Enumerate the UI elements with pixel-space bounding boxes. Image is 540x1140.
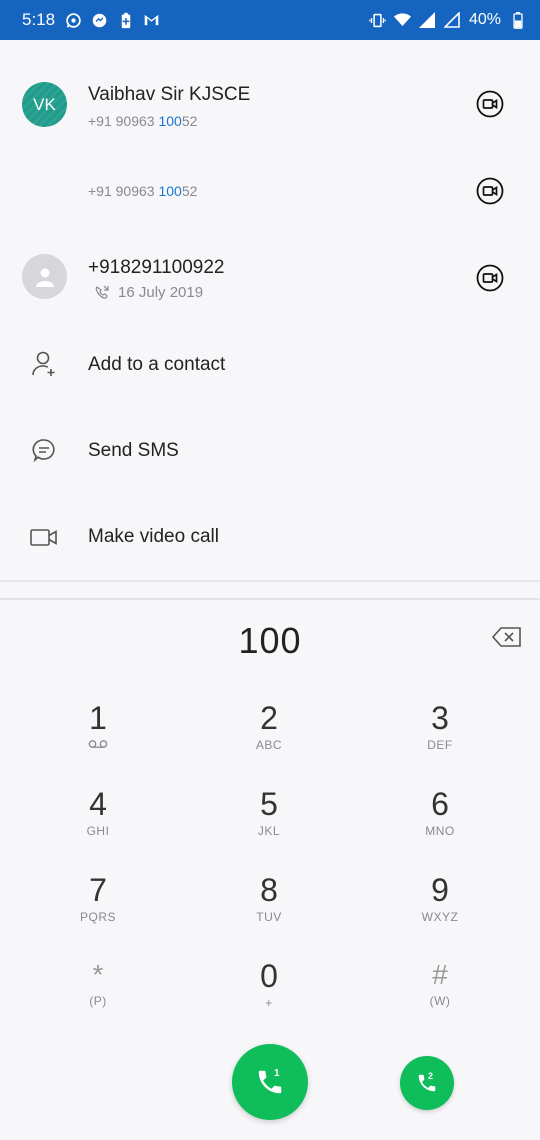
messenger-icon — [91, 12, 108, 29]
avatar: VK — [22, 82, 67, 127]
key-3[interactable]: 3 DEF — [380, 700, 500, 776]
contact-name: Vaibhav Sir KJSCE — [88, 84, 251, 105]
video-camera-icon — [476, 264, 504, 292]
person-icon — [35, 268, 54, 287]
whatsapp-icon — [65, 12, 82, 29]
key-8[interactable]: 8 TUV — [209, 872, 329, 948]
sim2-label: 2 — [428, 1071, 434, 1081]
gmail-icon — [143, 12, 160, 29]
dialed-number-field[interactable]: 100 — [0, 620, 540, 662]
avatar — [22, 254, 67, 299]
video-camera-icon — [476, 90, 504, 118]
status-time: 5:18 — [22, 10, 56, 29]
battery-percent: 40% — [468, 11, 501, 28]
key-2[interactable]: 2 ABC — [209, 700, 329, 776]
send-sms-label: Send SMS — [88, 440, 179, 461]
add-contact-icon — [30, 350, 58, 378]
video-call-button[interactable] — [476, 90, 504, 118]
voicemail-icon — [38, 738, 158, 752]
signal-outline-icon — [444, 12, 461, 29]
sim1-label: 1 — [274, 1068, 280, 1079]
battery-icon — [509, 11, 526, 29]
backspace-button[interactable] — [491, 626, 522, 648]
key-5[interactable]: 5 JKL — [209, 786, 329, 862]
wifi-icon — [393, 12, 411, 29]
contact-number: +91 90963 10052 — [88, 113, 198, 129]
key-star[interactable]: * (P) — [38, 958, 158, 1034]
phone-icon — [258, 1070, 282, 1094]
contact-name: +918291100922 — [88, 257, 225, 278]
signal-icon — [419, 12, 436, 29]
video-call-button[interactable] — [476, 264, 504, 292]
result-row-recent-call[interactable]: +918291100922 16 July 2019 — [0, 240, 540, 320]
call-date: 16 July 2019 — [118, 284, 204, 301]
send-sms-action[interactable]: Send SMS — [0, 408, 540, 492]
video-call-icon — [30, 523, 58, 551]
sms-icon — [30, 437, 58, 465]
dialpad-panel: 100 1 2 ABC 3 DEF 4 GHI 5 JKL 6 MNO 7 PQ… — [0, 598, 540, 1140]
result-row-number[interactable]: +91 90963 10052 — [0, 170, 540, 240]
add-to-contact-action[interactable]: Add to a contact — [0, 322, 540, 406]
result-row-vaibhav[interactable]: VK Vaibhav Sir KJSCE +91 90963 10052 — [0, 40, 540, 170]
status-bar: 5:18 40% — [0, 0, 540, 40]
vibrate-icon — [369, 12, 386, 29]
add-to-contact-label: Add to a contact — [88, 354, 226, 375]
battery-saver-icon — [117, 12, 134, 29]
phone-icon — [418, 1074, 436, 1092]
video-camera-icon — [476, 177, 504, 205]
call-sim1-button[interactable]: 1 — [232, 1044, 308, 1120]
key-7[interactable]: 7 PQRS — [38, 872, 158, 948]
search-results-list: VK Vaibhav Sir KJSCE +91 90963 10052 +91… — [0, 40, 540, 580]
missed-call-icon — [95, 285, 109, 299]
make-video-call-label: Make video call — [88, 526, 219, 547]
key-1[interactable]: 1 — [38, 700, 158, 776]
key-9[interactable]: 9 WXYZ — [380, 872, 500, 948]
make-video-call-action[interactable]: Make video call — [0, 494, 540, 578]
backspace-icon — [491, 627, 521, 647]
video-call-button[interactable] — [476, 177, 504, 205]
contact-number: +91 90963 10052 — [88, 183, 198, 199]
divider — [0, 580, 540, 582]
key-6[interactable]: 6 MNO — [380, 786, 500, 862]
key-hash[interactable]: # (W) — [380, 958, 500, 1034]
key-4[interactable]: 4 GHI — [38, 786, 158, 862]
call-sim2-button[interactable]: 2 — [400, 1056, 454, 1110]
key-0[interactable]: 0 + — [209, 958, 329, 1034]
